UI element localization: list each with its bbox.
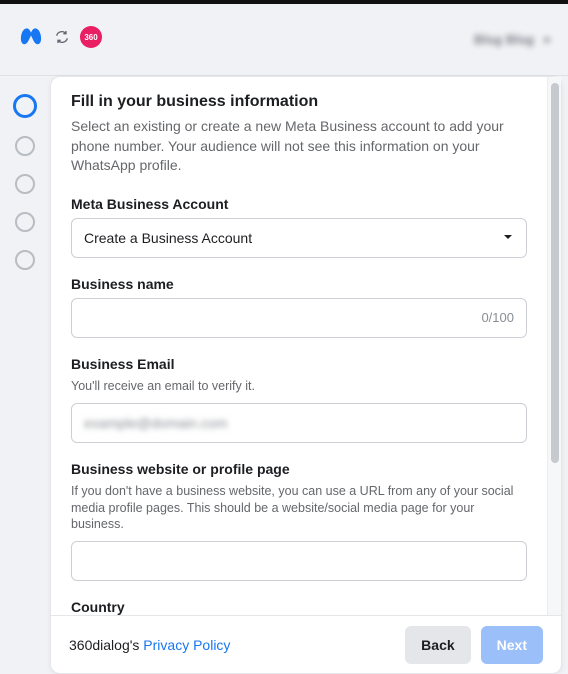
next-button[interactable]: Next: [481, 626, 543, 664]
panel-footer: 360dialog's Privacy Policy Back Next: [51, 615, 561, 673]
field-business-email: Business Email You'll receive an email t…: [71, 356, 527, 443]
business-website-input-wrap: [71, 541, 527, 581]
meta-account-label: Meta Business Account: [71, 196, 527, 212]
header-logos: 360: [18, 24, 102, 55]
step-4[interactable]: [15, 212, 35, 232]
field-meta-account: Meta Business Account Create a Business …: [71, 196, 527, 258]
back-button[interactable]: Back: [405, 626, 470, 664]
field-business-name: Business name 0/100: [71, 276, 527, 338]
meta-logo-icon: [18, 24, 44, 55]
workspace: Fill in your business information Select…: [0, 76, 568, 674]
scrollbar-track[interactable]: [547, 77, 561, 615]
business-name-counter: 0/100: [481, 310, 514, 325]
business-name-input[interactable]: [84, 299, 481, 337]
business-name-label: Business name: [71, 276, 527, 292]
page-subtitle: Select an existing or create a new Meta …: [71, 117, 527, 176]
meta-account-selected: Create a Business Account: [84, 230, 252, 246]
svg-text:360: 360: [84, 33, 98, 42]
sync-icon: [54, 29, 70, 50]
step-2[interactable]: [15, 136, 35, 156]
business-email-input[interactable]: [84, 404, 514, 442]
field-country: Country Select a Country: [71, 599, 527, 615]
dropdown-dot-icon: [544, 37, 550, 43]
business-email-input-wrap: [71, 403, 527, 443]
form-scroll-area[interactable]: Fill in your business information Select…: [51, 77, 547, 615]
header-account-blurred-label: Blsg Blsg: [474, 32, 534, 47]
chevron-down-icon: [502, 230, 514, 246]
page-title: Fill in your business information: [71, 93, 527, 111]
privacy-policy-link[interactable]: Privacy Policy: [143, 637, 230, 653]
business-name-input-wrap: 0/100: [71, 298, 527, 338]
field-business-website: Business website or profile page If you …: [71, 461, 527, 582]
form-panel: Fill in your business information Select…: [50, 76, 562, 674]
step-5[interactable]: [15, 250, 35, 270]
app-header: 360 Blsg Blsg: [0, 4, 568, 76]
scrollbar-thumb[interactable]: [551, 83, 559, 463]
step-indicator: [0, 76, 50, 674]
country-label: Country: [71, 599, 527, 615]
business-website-help: If you don't have a business website, yo…: [71, 483, 527, 534]
step-1[interactable]: [13, 94, 37, 118]
step-3[interactable]: [15, 174, 35, 194]
header-account[interactable]: Blsg Blsg: [474, 32, 550, 47]
business-website-input[interactable]: [84, 542, 514, 580]
footer-privacy: 360dialog's Privacy Policy: [69, 637, 230, 653]
meta-account-select[interactable]: Create a Business Account: [71, 218, 527, 258]
business-email-label: Business Email: [71, 356, 527, 372]
business-website-label: Business website or profile page: [71, 461, 527, 477]
business-email-help: You'll receive an email to verify it.: [71, 378, 527, 395]
footer-prefix: 360dialog's: [69, 637, 143, 653]
360dialog-badge-icon: 360: [80, 26, 102, 53]
